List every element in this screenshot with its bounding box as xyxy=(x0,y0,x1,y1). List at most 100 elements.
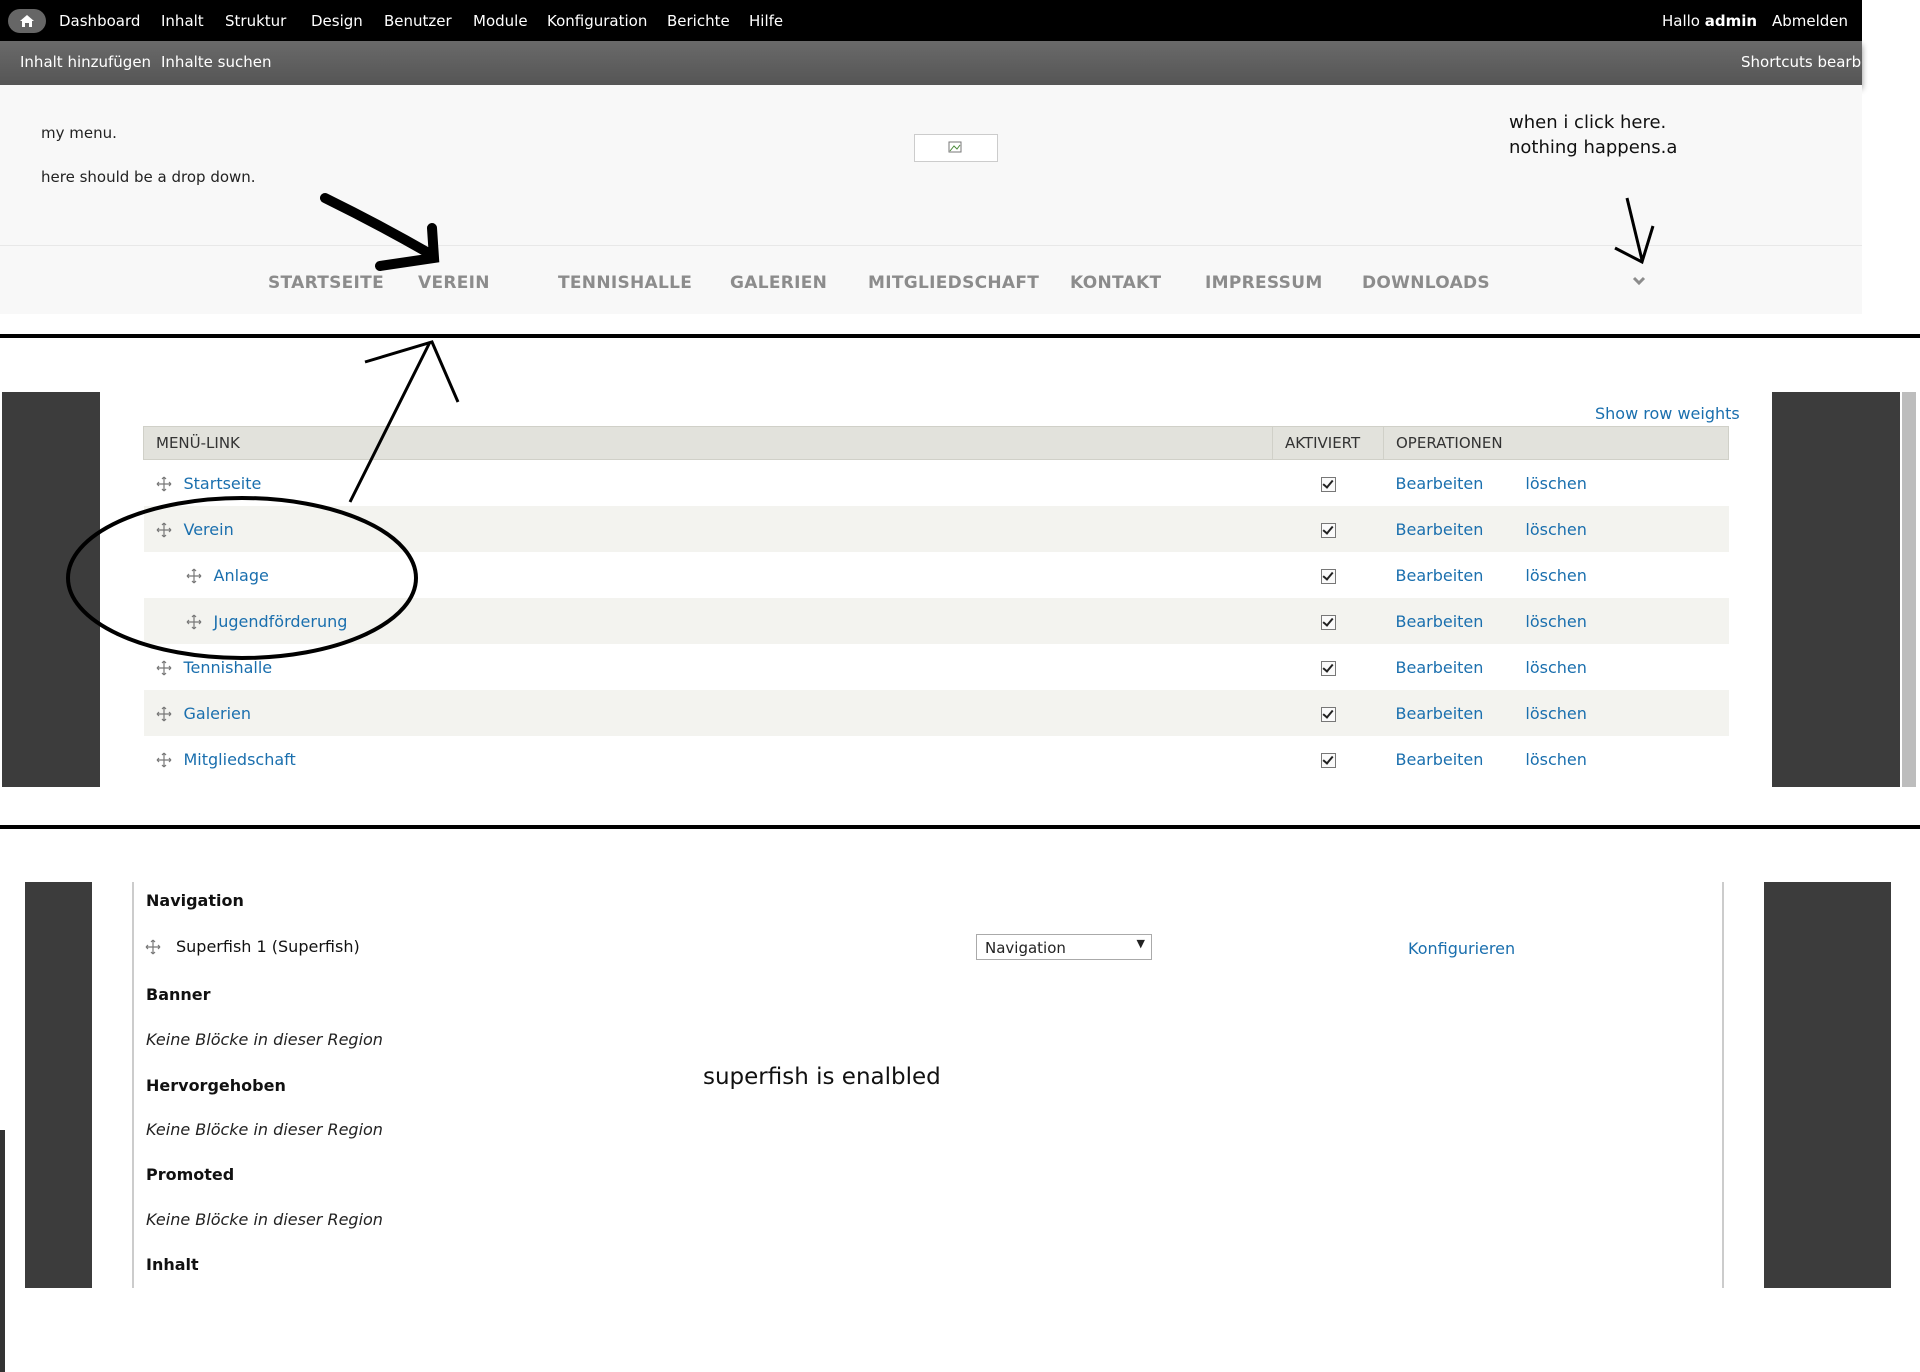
nav-item-impressum[interactable]: IMPRESSUM xyxy=(1205,273,1323,293)
drag-handle-icon[interactable] xyxy=(156,660,172,676)
menu-link[interactable]: Galerien xyxy=(184,704,252,723)
configure-link[interactable]: Konfigurieren xyxy=(1408,939,1515,958)
edit-link[interactable]: Bearbeiten xyxy=(1396,612,1484,631)
broken-image xyxy=(914,134,998,162)
enabled-checkbox[interactable] xyxy=(1320,660,1336,676)
region-select[interactable]: Navigation ▼ xyxy=(976,934,1152,960)
menu-link[interactable]: Verein xyxy=(184,520,234,539)
table-row: Mitgliedschaft Bearbeiten löschen xyxy=(143,736,1729,782)
empty-region-message: Keine Blöcke in dieser Region xyxy=(146,1120,383,1139)
nav-item-kontakt[interactable]: KONTAKT xyxy=(1070,273,1161,293)
enabled-cell xyxy=(1272,506,1384,552)
delete-link[interactable]: löschen xyxy=(1525,750,1587,769)
drag-handle-icon[interactable] xyxy=(186,568,202,584)
menu-link-cell: Anlage xyxy=(143,552,1273,598)
dropdown-arrow-icon: ▼ xyxy=(1136,937,1145,950)
note-click-here: when i click here. xyxy=(1509,112,1667,133)
drag-handle-icon[interactable] xyxy=(145,939,161,955)
toolbar-item-benutzer[interactable]: Benutzer xyxy=(384,12,452,30)
nav-item-galerien[interactable]: GALERIEN xyxy=(730,273,827,293)
enabled-checkbox[interactable] xyxy=(1320,522,1336,538)
edit-link[interactable]: Bearbeiten xyxy=(1396,658,1484,677)
delete-link[interactable]: löschen xyxy=(1525,704,1587,723)
toolbar-item-hilfe[interactable]: Hilfe xyxy=(749,12,783,30)
operations-cell: Bearbeiten löschen xyxy=(1383,690,1729,736)
edit-link[interactable]: Bearbeiten xyxy=(1396,750,1484,769)
scrollbar[interactable] xyxy=(1902,392,1916,787)
table-row: Tennishalle Bearbeiten löschen xyxy=(143,644,1729,690)
delete-link[interactable]: löschen xyxy=(1525,612,1587,631)
menu-link-cell: Galerien xyxy=(143,690,1273,736)
main-navigation: STARTSEITE VEREIN TENNISHALLE GALERIEN M… xyxy=(0,245,1862,314)
edit-link[interactable]: Bearbeiten xyxy=(1396,566,1484,585)
menu-link-table: MENÜ-LINK AKTIVIERT OPERATIONEN Startsei… xyxy=(143,426,1729,782)
toolbar-item-dashboard[interactable]: Dashboard xyxy=(59,12,140,30)
drag-handle-icon[interactable] xyxy=(156,706,172,722)
region-title-inhalt: Inhalt xyxy=(146,1255,199,1274)
note-superfish-enabled: superfish is enalbled xyxy=(703,1064,941,1090)
enabled-checkbox[interactable] xyxy=(1320,752,1336,768)
home-icon xyxy=(20,15,34,27)
menu-link[interactable]: Anlage xyxy=(214,566,269,585)
menu-link[interactable]: Startseite xyxy=(184,474,262,493)
toolbar-item-konfiguration[interactable]: Konfiguration xyxy=(547,12,647,30)
drag-handle-icon[interactable] xyxy=(186,614,202,630)
drag-handle-icon[interactable] xyxy=(156,476,172,492)
delete-link[interactable]: löschen xyxy=(1525,566,1587,585)
page-edge xyxy=(0,1130,5,1372)
nav-item-startseite[interactable]: STARTSEITE xyxy=(268,273,384,293)
region-title-promoted: Promoted xyxy=(146,1165,235,1184)
enabled-checkbox[interactable] xyxy=(1320,476,1336,492)
right-side-panel xyxy=(1772,392,1900,787)
toolbar-item-berichte[interactable]: Berichte xyxy=(667,12,730,30)
column-header-enabled: AKTIVIERT xyxy=(1272,426,1384,460)
menu-link[interactable]: Tennishalle xyxy=(184,658,273,677)
enabled-checkbox[interactable] xyxy=(1320,614,1336,630)
left-side-panel xyxy=(25,882,92,1288)
show-row-weights-link[interactable]: Show row weights xyxy=(1595,404,1740,423)
drag-handle-icon[interactable] xyxy=(156,752,172,768)
nav-item-mitgliedschaft[interactable]: MITGLIEDSCHAFT xyxy=(868,273,1039,293)
menu-link[interactable]: Mitgliedschaft xyxy=(184,750,296,769)
shortcut-add-content[interactable]: Inhalt hinzufügen xyxy=(20,53,151,71)
drag-handle-icon[interactable] xyxy=(156,522,172,538)
enabled-cell xyxy=(1272,552,1384,598)
toolbar-item-design[interactable]: Design xyxy=(311,12,363,30)
delete-link[interactable]: löschen xyxy=(1525,658,1587,677)
nav-item-downloads[interactable]: DOWNLOADS xyxy=(1362,273,1490,293)
toolbar-item-struktur[interactable]: Struktur xyxy=(225,12,286,30)
logout-link[interactable]: Abmelden xyxy=(1772,12,1848,30)
left-side-panel xyxy=(2,392,100,787)
table-row: Anlage Bearbeiten löschen xyxy=(143,552,1729,598)
menu-link-cell: Verein xyxy=(143,506,1273,552)
delete-link[interactable]: löschen xyxy=(1525,520,1587,539)
toolbar-item-module[interactable]: Module xyxy=(473,12,528,30)
empty-region-message: Keine Blöcke in dieser Region xyxy=(146,1030,383,1049)
region-select-value: Navigation xyxy=(985,939,1066,957)
enabled-checkbox[interactable] xyxy=(1320,568,1336,584)
enabled-checkbox[interactable] xyxy=(1320,706,1336,722)
greeting-text: Hallo xyxy=(1662,12,1700,30)
shortcut-find-content[interactable]: Inhalte suchen xyxy=(161,53,272,71)
operations-cell: Bearbeiten löschen xyxy=(1383,459,1729,506)
edit-link[interactable]: Bearbeiten xyxy=(1396,520,1484,539)
chevron-down-icon[interactable] xyxy=(1632,276,1646,286)
section-divider xyxy=(0,825,1920,829)
menu-link[interactable]: Jugendförderung xyxy=(214,612,348,631)
region-title-banner: Banner xyxy=(146,985,211,1004)
toolbar-item-inhalt[interactable]: Inhalt xyxy=(161,12,204,30)
nav-item-tennishalle[interactable]: TENNISHALLE xyxy=(558,273,692,293)
delete-link[interactable]: löschen xyxy=(1525,474,1587,493)
edit-link[interactable]: Bearbeiten xyxy=(1396,704,1484,723)
edit-link[interactable]: Bearbeiten xyxy=(1396,474,1484,493)
menu-link-cell: Mitgliedschaft xyxy=(143,736,1273,782)
home-button[interactable] xyxy=(8,9,46,33)
username[interactable]: admin xyxy=(1705,12,1757,30)
operations-cell: Bearbeiten löschen xyxy=(1383,552,1729,598)
enabled-cell xyxy=(1272,459,1384,506)
nav-item-verein[interactable]: VEREIN xyxy=(418,273,490,293)
operations-cell: Bearbeiten löschen xyxy=(1383,736,1729,782)
operations-cell: Bearbeiten löschen xyxy=(1383,644,1729,690)
note-my-menu: my menu. xyxy=(41,124,117,142)
edit-shortcuts-link[interactable]: Shortcuts bearbeiten xyxy=(1741,53,1862,71)
